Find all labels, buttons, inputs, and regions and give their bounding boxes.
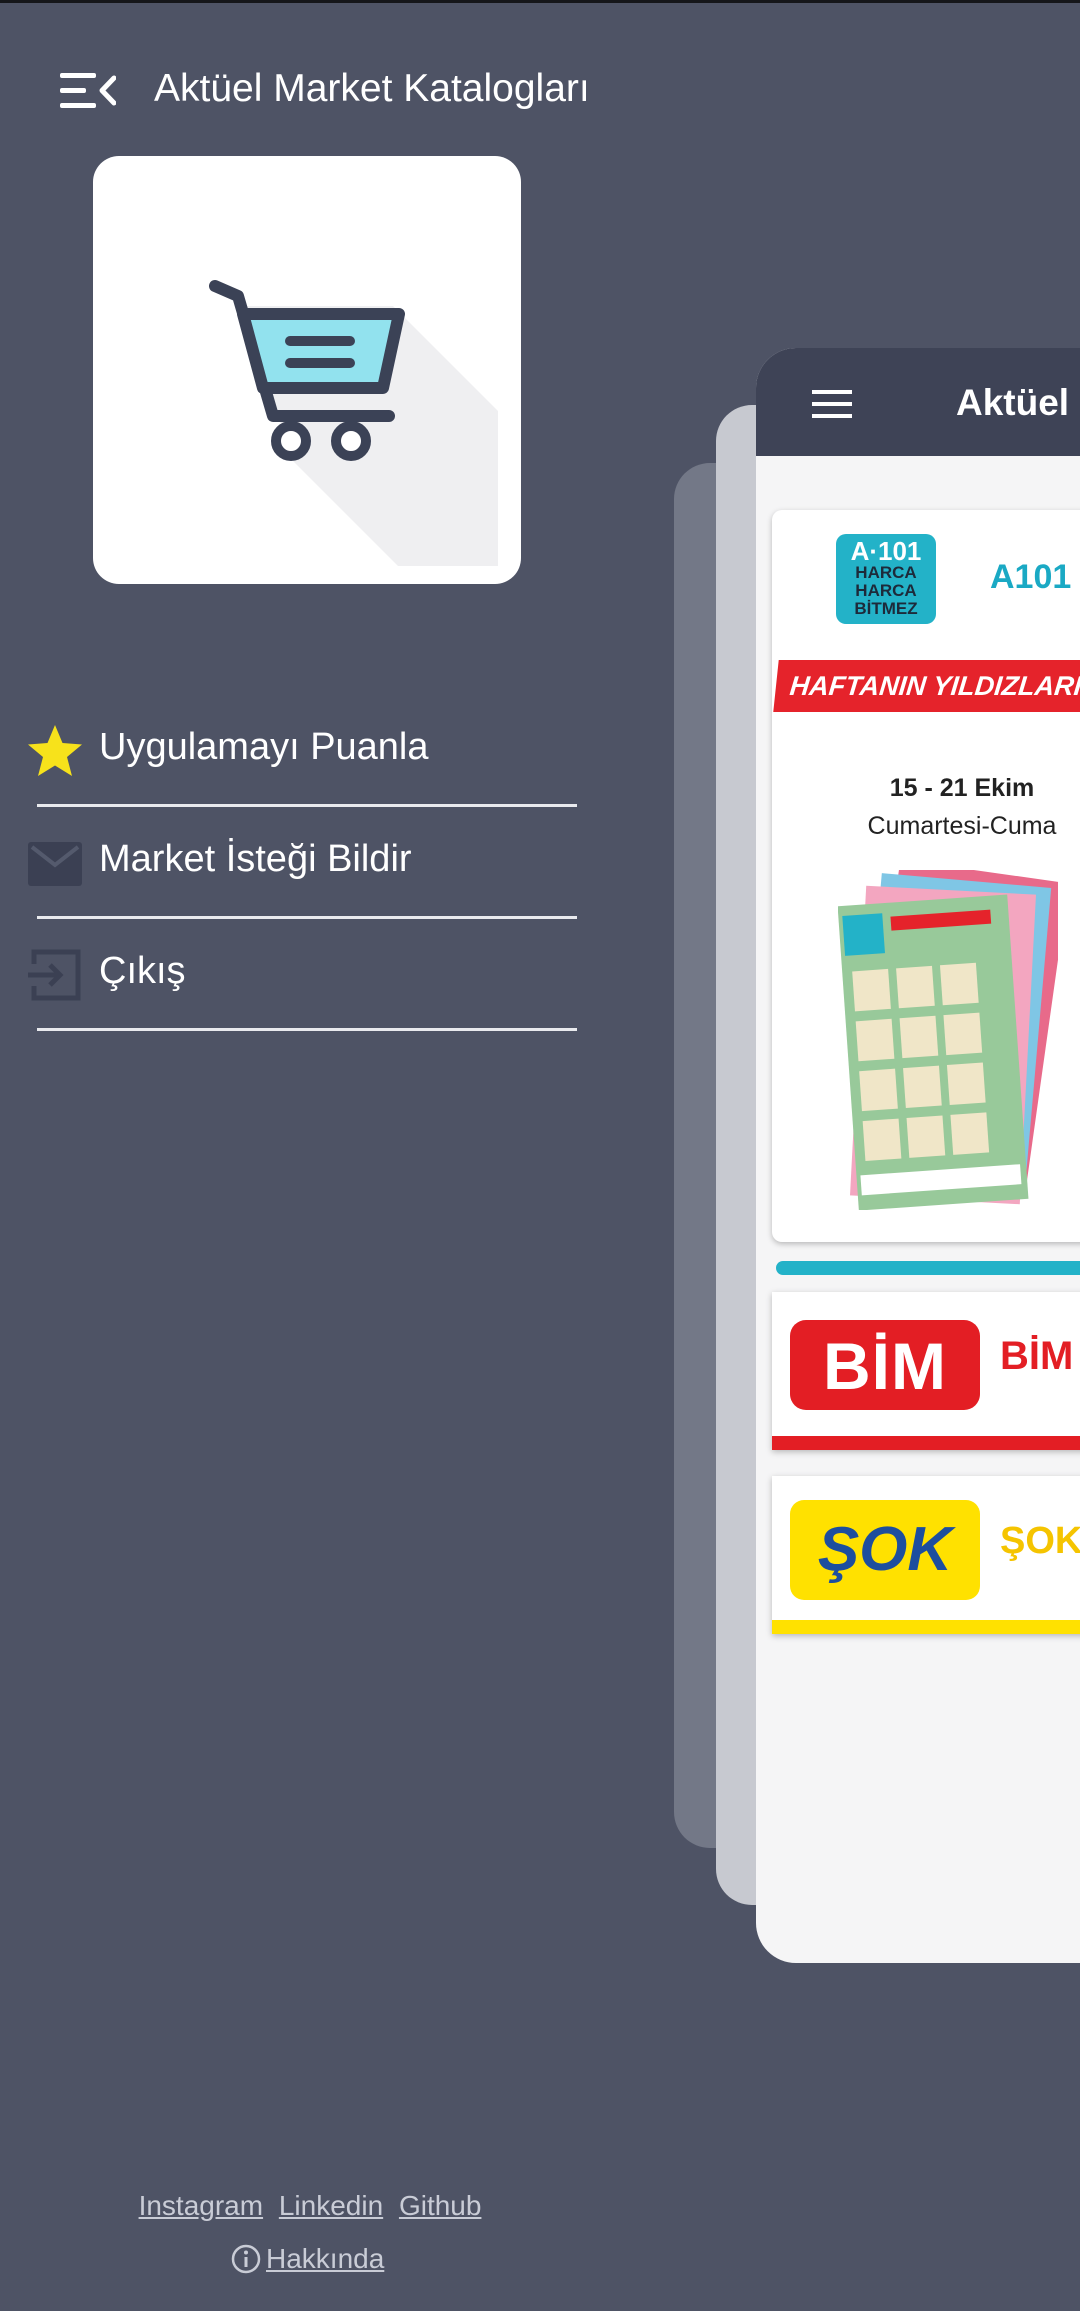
divider: [37, 1028, 577, 1031]
star-icon: [28, 725, 82, 776]
sok-accent-strip: [772, 1620, 1080, 1634]
mail-icon: [28, 842, 82, 886]
linkedin-link[interactable]: Linkedin: [279, 2190, 383, 2221]
info-icon: [231, 2244, 261, 2274]
a101-logo: A·101 HARCA HARCA BİTMEZ: [836, 534, 936, 624]
drawer-title: Aktüel Market Katalogları: [154, 67, 590, 110]
bim-catalog-card[interactable]: BİM BİM A: [772, 1292, 1080, 1450]
about-label: Hakkında: [266, 2243, 385, 2274]
catalog-days: Cumartesi-Cuma: [867, 812, 1057, 840]
menu-item-label: Uygulamayı Puanla: [99, 726, 429, 768]
a101-catalog-card[interactable]: A·101 HARCA HARCA BİTMEZ A101 HAFTANIN Y…: [772, 510, 1080, 1242]
about-link[interactable]: Hakkında: [230, 2243, 384, 2275]
a101-logo-line: HARCA: [855, 581, 917, 600]
drawer-header: Aktüel Market Katalogları: [0, 60, 700, 120]
a101-logo-text: A·101: [850, 536, 922, 566]
divider: [37, 916, 577, 919]
app-logo: [93, 156, 521, 584]
exit-icon: [28, 949, 81, 1001]
drawer-menu: Uygulamayı Puanla Market İsteği Bildir Ç…: [0, 700, 600, 1036]
a101-logo-line: HARCA: [855, 563, 917, 582]
market-name: BİM A: [1000, 1334, 1080, 1378]
main-screen-preview[interactable]: Aktüel M A·101 HARCA HARCA BİTMEZ A101 H…: [756, 348, 1080, 1963]
a101-logo-line: BİTMEZ: [854, 599, 918, 618]
menu-item-label: Market İsteği Bildir: [99, 838, 412, 880]
shopping-cart-icon: [209, 280, 498, 566]
menu-item-exit[interactable]: Çıkış: [0, 924, 600, 1036]
hamburger-menu-icon[interactable]: [812, 390, 852, 418]
sok-logo: ŞOK: [790, 1500, 980, 1600]
instagram-link[interactable]: Instagram: [139, 2190, 264, 2221]
sok-catalog-card[interactable]: ŞOK ŞOK A: [772, 1476, 1080, 1634]
menu-item-request-market[interactable]: Market İsteği Bildir: [0, 812, 600, 924]
a101-accent-strip: [776, 1261, 1080, 1275]
menu-collapse-icon[interactable]: [60, 72, 116, 110]
sok-logo-text: ŞOK: [817, 1515, 953, 1584]
github-link[interactable]: Github: [399, 2190, 482, 2221]
catalog-date: 15 - 21 Ekim: [889, 774, 1035, 802]
menu-item-rate-app[interactable]: Uygulamayı Puanla: [0, 700, 600, 812]
market-name: ŞOK A: [1000, 1520, 1080, 1562]
footer-links: Instagram Linkedin Github: [0, 2190, 620, 2222]
menu-item-label: Çıkış: [99, 950, 186, 992]
app-title: Aktüel M: [956, 382, 1080, 423]
bim-accent-strip: [772, 1436, 1080, 1450]
divider: [37, 804, 577, 807]
headline-ribbon: HAFTANIN YILDIZLARI: [773, 660, 1080, 712]
app-bar: Aktüel M: [756, 348, 1080, 456]
catalog-thumbnail: [838, 870, 1058, 1210]
status-bar-edge: [0, 0, 1080, 3]
market-name: A101: [990, 558, 1072, 596]
bim-logo: BİM: [790, 1320, 980, 1410]
